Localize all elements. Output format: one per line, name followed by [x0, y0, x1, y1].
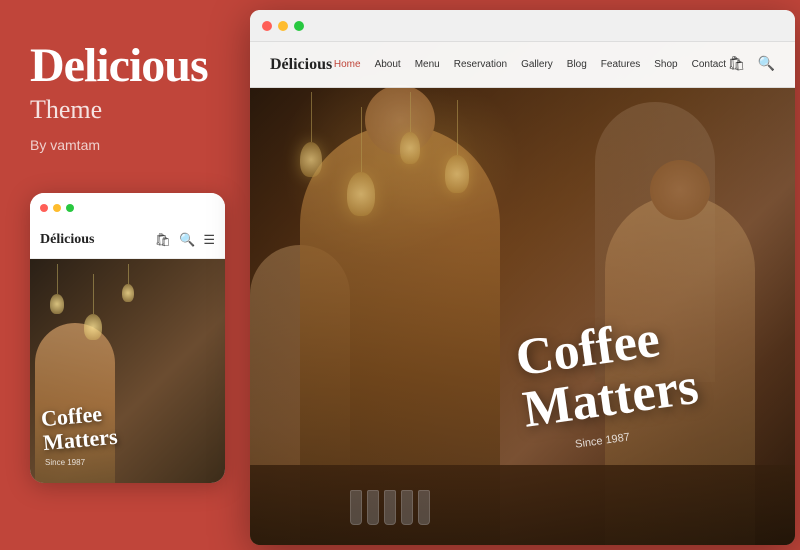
- nav-item-about[interactable]: About: [375, 59, 401, 70]
- browser-mockup: Coffee Matters Since 1987 Délicious Home…: [250, 10, 795, 545]
- website-hero: Coffee Matters Since 1987: [250, 42, 795, 545]
- nav-item-features[interactable]: Features: [601, 59, 640, 70]
- mobile-header-icons: 🛍 🔍 ☰: [155, 232, 215, 248]
- mobile-dot-yellow: [53, 204, 61, 212]
- header-bag-icon[interactable]: 🛍: [728, 56, 746, 73]
- hero-hanging-lights: [300, 92, 469, 216]
- hero-glass-2: [367, 490, 379, 525]
- browser-chrome: [250, 10, 795, 42]
- mobile-dot-green: [66, 204, 74, 212]
- browser-dot-red: [262, 21, 272, 31]
- left-panel: Delicious Theme By vamtam Délicious 🛍 🔍 …: [0, 0, 240, 550]
- website-header: Délicious Home About Menu Reservation Ga…: [250, 42, 795, 88]
- mobile-mockup: Délicious 🛍 🔍 ☰: [30, 193, 225, 483]
- hero-glass-3: [384, 490, 396, 525]
- mobile-hero-image: Coffee Matters Since 1987: [30, 259, 225, 483]
- hero-glass-1: [350, 490, 362, 525]
- nav-item-menu[interactable]: Menu: [415, 59, 440, 70]
- hero-glass-4: [401, 490, 413, 525]
- hero-glass-5: [418, 490, 430, 525]
- mobile-nav-bar: Délicious 🛍 🔍 ☰: [30, 223, 225, 259]
- nav-item-blog[interactable]: Blog: [567, 59, 587, 70]
- mobile-since-text: Since 1987: [45, 458, 85, 467]
- theme-subtitle: Theme: [30, 95, 210, 125]
- mobile-hero-text: Coffee Matters: [40, 401, 118, 456]
- theme-author: By vamtam: [30, 137, 210, 153]
- nav-item-reservation[interactable]: Reservation: [454, 59, 507, 70]
- mobile-search-icon: 🔍: [179, 232, 195, 248]
- mobile-top-bar: [30, 193, 225, 223]
- theme-title: Delicious: [30, 40, 210, 93]
- hero-table-surface: [250, 465, 795, 545]
- mobile-dot-red: [40, 204, 48, 212]
- header-search-icon[interactable]: 🔍: [758, 56, 775, 73]
- hero-text-overlay: Coffee Matters: [513, 309, 702, 436]
- mobile-lights: [50, 264, 134, 340]
- website-logo: Délicious: [270, 56, 332, 74]
- browser-dot-green: [294, 21, 304, 31]
- mobile-cart-icon: 🛍: [155, 232, 172, 248]
- mobile-logo: Délicious: [40, 232, 94, 248]
- mobile-menu-icon: ☰: [203, 232, 215, 248]
- website-header-icons: 🛍 🔍: [728, 56, 775, 73]
- browser-content: Coffee Matters Since 1987 Délicious Home…: [250, 42, 795, 545]
- nav-item-shop[interactable]: Shop: [654, 59, 677, 70]
- nav-item-gallery[interactable]: Gallery: [521, 59, 553, 70]
- browser-dot-yellow: [278, 21, 288, 31]
- nav-item-home[interactable]: Home: [334, 59, 361, 70]
- hero-glasses-row: [350, 490, 430, 525]
- website-nav: Home About Menu Reservation Gallery Blog…: [334, 59, 726, 70]
- nav-item-contact[interactable]: Contact: [692, 59, 726, 70]
